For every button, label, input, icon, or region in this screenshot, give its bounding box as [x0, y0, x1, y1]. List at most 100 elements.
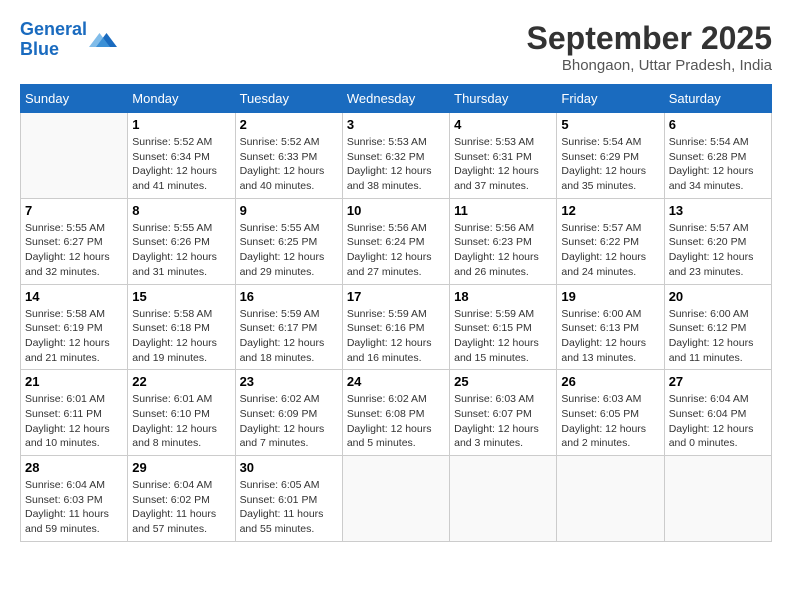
- day-info-line: Sunset: 6:16 PM: [347, 322, 425, 334]
- day-number: 13: [669, 203, 767, 218]
- day-info-line: Daylight: 12 hours: [561, 165, 646, 177]
- day-info-line: Sunrise: 6:02 AM: [240, 393, 320, 405]
- day-number: 2: [240, 117, 338, 132]
- day-info-line: Sunrise: 6:04 AM: [669, 393, 749, 405]
- day-info: Sunrise: 5:52 AMSunset: 6:33 PMDaylight:…: [240, 135, 338, 194]
- calendar-cell: 9Sunrise: 5:55 AMSunset: 6:25 PMDaylight…: [235, 198, 342, 284]
- day-info-line: Sunrise: 6:04 AM: [132, 479, 212, 491]
- day-info-line: Daylight: 12 hours: [669, 165, 754, 177]
- day-number: 11: [454, 203, 552, 218]
- day-info: Sunrise: 5:56 AMSunset: 6:24 PMDaylight:…: [347, 221, 445, 280]
- calendar-week-row: 21Sunrise: 6:01 AMSunset: 6:11 PMDayligh…: [21, 370, 772, 456]
- logo: GeneralBlue: [20, 20, 117, 60]
- day-info-line: and 31 minutes.: [132, 266, 207, 278]
- day-info-line: Sunrise: 5:58 AM: [132, 308, 212, 320]
- day-info: Sunrise: 6:03 AMSunset: 6:05 PMDaylight:…: [561, 392, 659, 451]
- page-header: GeneralBlue September 2025 Bhongaon, Utt…: [20, 20, 772, 74]
- calendar-header-row: SundayMondayTuesdayWednesdayThursdayFrid…: [21, 85, 772, 113]
- day-number: 19: [561, 289, 659, 304]
- calendar-cell: [342, 456, 449, 542]
- day-info-line: Daylight: 12 hours: [454, 423, 539, 435]
- day-number: 7: [25, 203, 123, 218]
- day-info-line: Sunset: 6:07 PM: [454, 408, 532, 420]
- day-number: 6: [669, 117, 767, 132]
- day-number: 30: [240, 460, 338, 475]
- day-info-line: Sunrise: 5:57 AM: [669, 222, 749, 234]
- calendar-cell: 7 Sunrise: 5:55 AMSunset: 6:27 PMDaylight…: [21, 198, 128, 284]
- day-info-line: Sunset: 6:22 PM: [561, 236, 639, 248]
- day-info-line: and 21 minutes.: [25, 352, 100, 364]
- day-info-line: Sunset: 6:02 PM: [132, 494, 210, 506]
- day-info-line: Sunrise: 6:00 AM: [561, 308, 641, 320]
- day-number: 5: [561, 117, 659, 132]
- day-info-line: Daylight: 12 hours: [240, 423, 325, 435]
- day-info-line: Sunset: 6:24 PM: [347, 236, 425, 248]
- day-info-line: Sunset: 6:05 PM: [561, 408, 639, 420]
- day-number: 27: [669, 374, 767, 389]
- day-number: 8: [132, 203, 230, 218]
- day-info-line: Sunset: 6:15 PM: [454, 322, 532, 334]
- day-info-line: and 11 minutes.: [669, 352, 743, 364]
- calendar-cell: 30 Sunrise: 6:05 AMSunset: 6:01 PMDayligh…: [235, 456, 342, 542]
- day-info-line: and 40 minutes.: [240, 180, 315, 192]
- day-info-line: Daylight: 12 hours: [25, 337, 110, 349]
- calendar-week-row: 14Sunrise: 5:58 AMSunset: 6:19 PMDayligh…: [21, 284, 772, 370]
- day-info-line: Daylight: 12 hours: [132, 165, 217, 177]
- day-info-line: Daylight: 12 hours: [669, 423, 754, 435]
- calendar-day-header: Monday: [128, 85, 235, 113]
- day-info-line: and 13 minutes.: [561, 352, 636, 364]
- day-info-line: Sunset: 6:18 PM: [132, 322, 210, 334]
- day-info: Sunrise: 5:59 AMSunset: 6:15 PMDaylight:…: [454, 307, 552, 366]
- calendar-day-header: Friday: [557, 85, 664, 113]
- calendar-table: SundayMondayTuesdayWednesdayThursdayFrid…: [20, 84, 772, 542]
- day-info: Sunrise: 5:59 AMSunset: 6:16 PMDaylight:…: [347, 307, 445, 366]
- day-info: Sunrise: 5:54 AMSunset: 6:29 PMDaylight:…: [561, 135, 659, 194]
- day-number: 12: [561, 203, 659, 218]
- calendar-cell: 28Sunrise: 6:04 AMSunset: 6:03 PMDayligh…: [21, 456, 128, 542]
- calendar-cell: 20Sunrise: 6:00 AMSunset: 6:12 PMDayligh…: [664, 284, 771, 370]
- day-info-line: and 10 minutes.: [25, 437, 100, 449]
- day-info-line: Sunrise: 5:53 AM: [347, 136, 427, 148]
- day-number: 10: [347, 203, 445, 218]
- day-info-line: Sunset: 6:04 PM: [669, 408, 747, 420]
- day-info: Sunrise: 5:55 AMSunset: 6:26 PMDaylight:…: [132, 221, 230, 280]
- day-info: Sunrise: 5:55 AMSunset: 6:27 PMDaylight:…: [25, 221, 123, 280]
- day-info-line: and 55 minutes.: [240, 523, 315, 535]
- day-info-line: Sunset: 6:17 PM: [240, 322, 318, 334]
- calendar-cell: [664, 456, 771, 542]
- day-info-line: Sunrise: 6:04 AM: [25, 479, 105, 491]
- calendar-day-header: Tuesday: [235, 85, 342, 113]
- day-info: Sunrise: 6:04 AMSunset: 6:02 PMDaylight:…: [132, 478, 230, 537]
- day-number: 20: [669, 289, 767, 304]
- day-info-line: Sunset: 6:08 PM: [347, 408, 425, 420]
- calendar-cell: 24Sunrise: 6:02 AMSunset: 6:08 PMDayligh…: [342, 370, 449, 456]
- day-info: Sunrise: 6:01 AMSunset: 6:11 PMDaylight:…: [25, 392, 123, 451]
- calendar-cell: 6 Sunrise: 5:54 AMSunset: 6:28 PMDaylight…: [664, 113, 771, 199]
- day-info-line: Sunrise: 6:02 AM: [347, 393, 427, 405]
- title-area: September 2025 Bhongaon, Uttar Pradesh, …: [527, 20, 772, 74]
- day-info: Sunrise: 5:54 AMSunset: 6:28 PMDaylight:…: [669, 135, 767, 194]
- day-info: Sunrise: 6:04 AMSunset: 6:03 PMDaylight:…: [25, 478, 123, 537]
- calendar-cell: 27 Sunrise: 6:04 AM Sunset: 6:04 PM Dayligh…: [664, 370, 771, 456]
- day-number: 9: [240, 203, 338, 218]
- day-number: 28: [25, 460, 123, 475]
- day-number: 18: [454, 289, 552, 304]
- day-info-line: Sunrise: 5:52 AM: [240, 136, 320, 148]
- calendar-week-row: 7 Sunrise: 5:55 AMSunset: 6:27 PMDaylight…: [21, 198, 772, 284]
- day-info-line: Sunrise: 6:01 AM: [25, 393, 105, 405]
- day-info-line: and 16 minutes.: [347, 352, 422, 364]
- day-info: Sunrise: 5:53 AMSunset: 6:32 PMDaylight:…: [347, 135, 445, 194]
- day-info: Sunrise: 6:02 AMSunset: 6:08 PMDaylight:…: [347, 392, 445, 451]
- day-info-line: Sunrise: 5:56 AM: [347, 222, 427, 234]
- calendar-cell: 26Sunrise: 6:03 AMSunset: 6:05 PMDayligh…: [557, 370, 664, 456]
- day-info-line: and 37 minutes.: [454, 180, 529, 192]
- day-info-line: Sunset: 6:09 PM: [240, 408, 318, 420]
- day-info-line: Sunset: 6:32 PM: [347, 151, 425, 163]
- calendar-cell: 15Sunrise: 5:58 AMSunset: 6:18 PMDayligh…: [128, 284, 235, 370]
- day-info-line: Sunset: 6:03 PM: [25, 494, 103, 506]
- day-info-line: Sunrise: 5:52 AM: [132, 136, 212, 148]
- day-info: Sunrise: 5:53 AMSunset: 6:31 PMDaylight:…: [454, 135, 552, 194]
- day-info: Sunrise: 6:05 AMSunset: 6:01 PMDaylight:…: [240, 478, 338, 537]
- day-info-line: and 35 minutes.: [561, 180, 636, 192]
- calendar-cell: 21Sunrise: 6:01 AMSunset: 6:11 PMDayligh…: [21, 370, 128, 456]
